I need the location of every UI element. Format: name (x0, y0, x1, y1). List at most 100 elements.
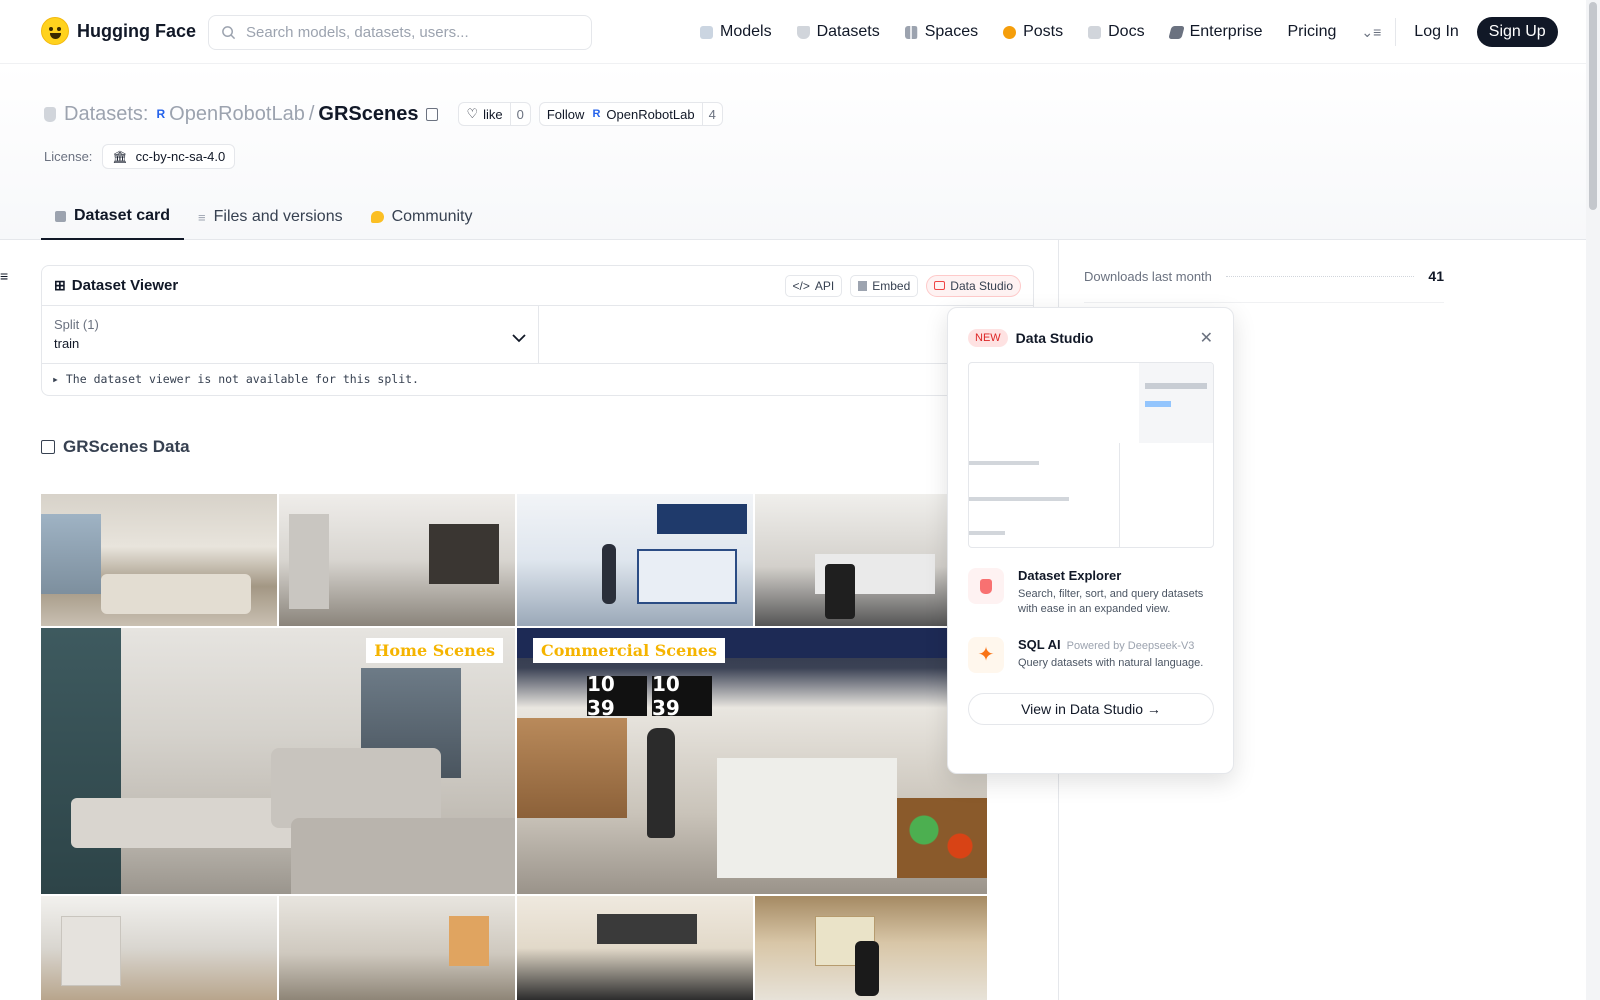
search-icon (222, 26, 236, 40)
repo-tabs: Dataset card ≡ Files and versions Commun… (41, 194, 487, 240)
viewer-unavailable-note[interactable]: ▸ The dataset viewer is not available fo… (42, 363, 1033, 394)
license-label: License: (44, 149, 93, 164)
models-icon (700, 25, 713, 39)
nav-link-label: Spaces (924, 23, 979, 40)
viewer-title-text: Dataset Viewer (71, 277, 179, 294)
login-link[interactable]: Log In (1414, 23, 1458, 41)
dataset-viewer-title: ⊞ Dataset Viewer (54, 277, 178, 294)
nav-link-label: Models (720, 23, 772, 40)
dataset-name[interactable]: GRScenes (318, 103, 418, 126)
license-row: License: 🏛 cc-by-nc-sa-4.0 (44, 144, 236, 169)
dataset-card-icon (55, 210, 66, 222)
view-in-data-studio-button[interactable]: View in Data Studio → (968, 692, 1214, 725)
downloads-value: 41 (1428, 268, 1444, 284)
code-icon: </> (792, 278, 810, 293)
data-studio-label: Data Studio (950, 278, 1013, 293)
license-tag[interactable]: 🏛 cc-by-nc-sa-4.0 (102, 144, 236, 169)
dataset-explorer-feature[interactable]: Dataset Explorer Search, filter, sort, a… (968, 568, 1213, 617)
data-studio-button[interactable]: Data Studio (926, 274, 1021, 297)
dataset-icon (44, 106, 56, 122)
nav-link-label: Posts (1023, 23, 1064, 40)
spaces-icon (904, 25, 918, 39)
nav-link-label: Pricing (1287, 23, 1337, 40)
tab-label: Community (391, 208, 473, 225)
tab-community[interactable]: Community (357, 194, 487, 240)
org-avatar-icon: R (592, 108, 601, 120)
popover-header: NEW Data Studio ✕ (968, 328, 1213, 348)
viewer-actions: </> API Embed Data Studio (784, 274, 1021, 297)
search-input[interactable] (246, 24, 566, 41)
nav-link-models[interactable]: Models (700, 23, 772, 41)
follow-label: Follow (546, 106, 585, 122)
heart-icon: ♡ (466, 106, 479, 121)
dataset-explorer-icon (968, 568, 1004, 604)
follow-count: 4 (701, 103, 722, 125)
scene-image (279, 494, 515, 626)
nav-link-datasets[interactable]: Datasets (796, 23, 880, 41)
breadcrumb-section[interactable]: Datasets: (64, 103, 148, 126)
downloads-row: Downloads last month 41 (1084, 268, 1444, 284)
tab-dataset-card[interactable]: Dataset card (41, 194, 185, 240)
like-button[interactable]: ♡ like 0 (458, 102, 531, 126)
popover-title: Data Studio (1015, 330, 1094, 346)
more-menu-button[interactable]: ⌄≡ (1361, 24, 1381, 41)
chevron-down-icon (512, 334, 526, 343)
search-box[interactable] (208, 15, 592, 50)
nav-link-label: Enterprise (1189, 23, 1263, 40)
dataset-viewer-header: ⊞ Dataset Viewer </> API Embed Data Studi… (42, 266, 1033, 306)
nav-link-pricing[interactable]: Pricing (1287, 23, 1336, 41)
embed-label: Embed (872, 278, 911, 293)
breadcrumb-org[interactable]: OpenRobotLab (169, 103, 305, 126)
posts-icon (1003, 25, 1017, 39)
embed-button[interactable]: Embed (850, 274, 919, 297)
data-studio-preview-image (968, 362, 1214, 548)
api-button[interactable]: </> API (784, 274, 843, 297)
home-scenes-label: Home Scenes (366, 638, 503, 663)
docs-icon (1088, 25, 1102, 39)
org-avatar-icon: R (156, 107, 166, 121)
nav-link-label: Datasets (816, 23, 880, 40)
commercial-scenes-label: Commercial Scenes (533, 638, 726, 663)
follow-org: OpenRobotLab (606, 106, 695, 122)
nav-link-spaces[interactable]: Spaces (904, 23, 979, 41)
tab-files-and-versions[interactable]: ≡ Files and versions (184, 194, 357, 240)
downloads-label: Downloads last month (1084, 268, 1212, 284)
nav-link-posts[interactable]: Posts (1003, 23, 1063, 41)
follow-button[interactable]: Follow R OpenRobotLab 4 (538, 102, 723, 126)
repo-header: Datasets: R OpenRobotLab / GRScenes ♡ lik… (0, 64, 1586, 240)
section-heading-text: GRScenes Data (63, 437, 190, 456)
copy-icon[interactable] (426, 107, 439, 121)
sql-ai-desc: Query datasets with natural language. (1018, 656, 1204, 669)
datasets-icon (796, 25, 810, 39)
nav-link-docs[interactable]: Docs (1088, 23, 1145, 41)
tab-label: Files and versions (213, 208, 343, 225)
price-banner: 10 39 (587, 672, 647, 720)
license-value: cc-by-nc-sa-4.0 (135, 149, 226, 164)
api-label: API (814, 278, 835, 293)
signup-button[interactable]: Sign Up (1476, 17, 1558, 47)
top-navbar: Hugging Face Models Datasets Spaces Post… (0, 0, 1586, 64)
close-icon[interactable]: ✕ (1200, 328, 1213, 348)
scrollbar-thumb[interactable] (1589, 2, 1597, 210)
bank-icon: 🏛 (112, 149, 128, 164)
community-icon (370, 211, 384, 223)
scene-image (755, 896, 987, 1000)
commercial-scene-image: 10 39 10 39 Commercial Scenes (517, 628, 987, 894)
toc-toggle-icon[interactable]: ≡ (0, 268, 8, 284)
split-selector[interactable]: Split (1) train (42, 306, 539, 363)
split-value: train (54, 336, 80, 351)
sql-ai-feature[interactable]: ✦ SQL AI Powered by Deepseek-V3 Query dat… (968, 636, 1213, 673)
divider (1084, 302, 1444, 303)
tab-label: Dataset card (74, 207, 171, 224)
data-studio-icon (934, 281, 946, 290)
scene-image (41, 494, 277, 626)
breadcrumb: Datasets: R OpenRobotLab / GRScenes ♡ lik… (44, 102, 723, 126)
home-logo-link[interactable]: Hugging Face (41, 17, 196, 45)
scene-image (517, 896, 753, 1000)
data-studio-popover: NEW Data Studio ✕ Dataset Explorer Searc… (947, 307, 1234, 774)
nav-link-enterprise[interactable]: Enterprise (1167, 23, 1263, 41)
viewer-note-text: The dataset viewer is not available for … (65, 372, 419, 386)
dataset-viewer: ⊞ Dataset Viewer </> API Embed Data Studi… (41, 265, 1034, 396)
dataset-explorer-title: Dataset Explorer (1018, 568, 1122, 583)
split-label: Split (1) (54, 317, 99, 332)
